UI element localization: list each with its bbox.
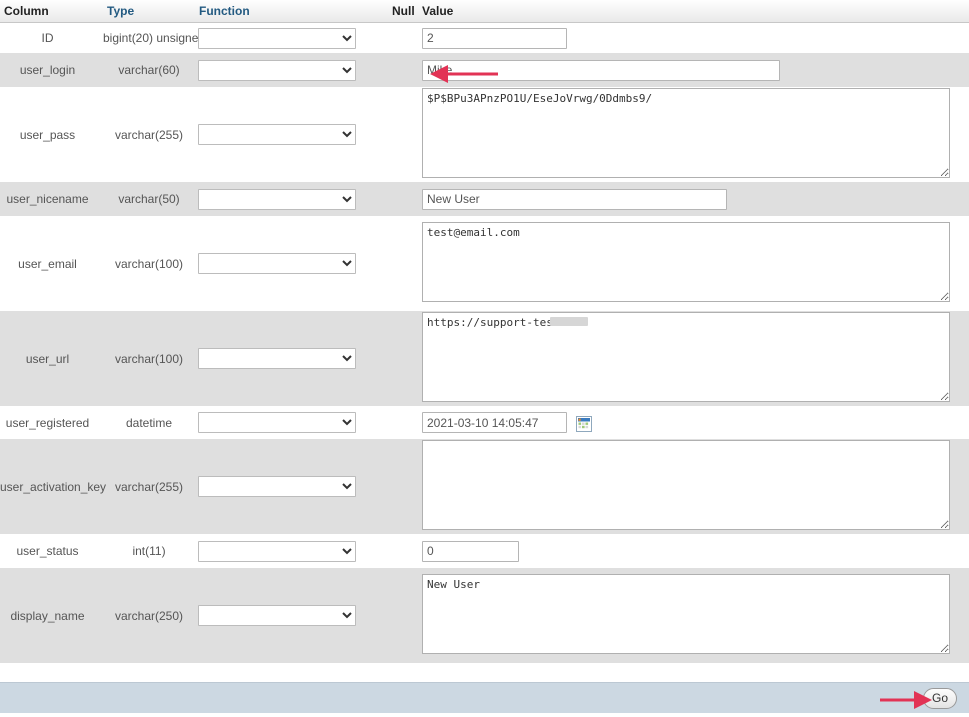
cell-value: New User [418, 568, 969, 663]
table-body: ID bigint(20) unsigned AES_ENCRYPTENCRYP… [0, 22, 969, 663]
value-textarea-user-url[interactable]: https://support-test2. [422, 312, 950, 402]
table-header-row: Column Type Function Null Value [0, 0, 969, 23]
cell-column-type: int(11) [103, 534, 195, 568]
cell-column-type: varchar(50) [103, 182, 195, 216]
table-row: user_status int(11) AES_ENCRYPTENCRYPTMD… [0, 534, 969, 568]
header-type[interactable]: Type [103, 0, 195, 23]
cell-column-name: user_email [0, 216, 103, 311]
table-row: user_nicename varchar(50) AES_ENCRYPTENC… [0, 182, 969, 216]
redaction-overlay [550, 317, 588, 326]
cell-function: AES_ENCRYPTENCRYPTMD5PASSWORDSHA1UUIDNOW [195, 87, 388, 182]
cell-function: AES_ENCRYPTENCRYPTMD5PASSWORDSHA1UUIDNOW [195, 22, 388, 53]
table-row: user_pass varchar(255) AES_ENCRYPTENCRYP… [0, 87, 969, 182]
value-textarea-user-pass[interactable]: $P$BPu3APnzPO1U/EseJoVrwg/0Ddmbs9/ [422, 88, 950, 178]
table-header: Column Type Function Null Value [0, 0, 969, 23]
cell-column-type: varchar(100) [103, 311, 195, 406]
row-edit-table: Column Type Function Null Value ID bigin… [0, 0, 969, 663]
cell-value [418, 534, 969, 568]
cell-column-name: ID [0, 22, 103, 53]
header-null: Null [388, 0, 418, 23]
cell-value [418, 406, 969, 439]
cell-value [418, 22, 969, 53]
cell-column-type: varchar(255) [103, 439, 195, 534]
cell-null [388, 534, 418, 568]
cell-column-type: varchar(255) [103, 87, 195, 182]
function-select-id[interactable]: AES_ENCRYPTENCRYPTMD5PASSWORDSHA1UUIDNOW [198, 27, 356, 49]
table-row: display_name varchar(250) AES_ENCRYPTENC… [0, 568, 969, 663]
cell-null [388, 568, 418, 663]
cell-column-name: user_pass [0, 87, 103, 182]
value-textarea-display-name[interactable]: New User [422, 574, 950, 654]
table-row: user_registered datetime AES_ENCRYPTENCR… [0, 406, 969, 439]
table-row: user_url varchar(100) AES_ENCRYPTENCRYPT… [0, 311, 969, 406]
function-select-user-registered[interactable]: AES_ENCRYPTENCRYPTMD5PASSWORDSHA1UUIDNOW [198, 412, 356, 433]
cell-column-type: bigint(20) unsigned [103, 22, 205, 53]
table-row: ID bigint(20) unsigned AES_ENCRYPTENCRYP… [0, 22, 969, 53]
cell-value: https://support-test2. [418, 311, 969, 406]
cell-column-type: varchar(60) [103, 53, 195, 87]
cell-value [418, 182, 969, 216]
cell-null [388, 406, 418, 439]
cell-null [388, 87, 418, 182]
cell-function: AES_ENCRYPTENCRYPTMD5PASSWORDSHA1UUIDNOW [195, 568, 388, 663]
form-footer: Go [0, 682, 969, 713]
cell-null [388, 53, 418, 87]
function-select-user-activation-key[interactable]: AES_ENCRYPTENCRYPTMD5PASSWORDSHA1UUIDNOW [198, 476, 356, 497]
cell-null [388, 439, 418, 534]
cell-null [388, 22, 418, 53]
value-input-user-registered[interactable] [422, 412, 567, 433]
table-row: user_activation_key varchar(255) AES_ENC… [0, 439, 969, 534]
header-column: Column [0, 0, 103, 23]
function-select-user-login[interactable]: AES_ENCRYPTENCRYPTMD5PASSWORDSHA1UUIDNOW [198, 59, 356, 81]
value-textarea-user-activation-key[interactable] [422, 440, 950, 530]
cell-null [388, 311, 418, 406]
cell-function: AES_ENCRYPTENCRYPTMD5PASSWORDSHA1UUIDNOW [195, 182, 388, 216]
value-input-user-login[interactable] [422, 59, 780, 81]
function-select-user-pass[interactable]: AES_ENCRYPTENCRYPTMD5PASSWORDSHA1UUIDNOW [198, 124, 356, 145]
header-value: Value [418, 0, 969, 23]
table-row: user_login varchar(60) AES_ENCRYPTENCRYP… [0, 53, 969, 87]
header-function[interactable]: Function [195, 0, 388, 23]
function-select-user-url[interactable]: AES_ENCRYPTENCRYPTMD5PASSWORDSHA1UUIDNOW [198, 348, 356, 369]
cell-function: AES_ENCRYPTENCRYPTMD5PASSWORDSHA1UUIDNOW [195, 53, 388, 87]
cell-function: AES_ENCRYPTENCRYPTMD5PASSWORDSHA1UUIDNOW [195, 534, 388, 568]
cell-column-name: user_registered [0, 406, 103, 439]
cell-column-name: user_status [0, 534, 103, 568]
cell-function: AES_ENCRYPTENCRYPTMD5PASSWORDSHA1UUIDNOW [195, 311, 388, 406]
url-value-wrapper: https://support-test2. [422, 312, 950, 405]
cell-function: AES_ENCRYPTENCRYPTMD5PASSWORDSHA1UUIDNOW [195, 439, 388, 534]
cell-column-name: display_name [0, 568, 103, 663]
cell-column-name: user_nicename [0, 182, 103, 216]
go-button[interactable]: Go [923, 688, 957, 709]
calendar-icon[interactable] [576, 416, 592, 433]
table-row: user_email varchar(100) AES_ENCRYPTENCRY… [0, 216, 969, 311]
function-select-user-nicename[interactable]: AES_ENCRYPTENCRYPTMD5PASSWORDSHA1UUIDNOW [198, 188, 356, 210]
value-input-user-status[interactable] [422, 540, 519, 562]
function-select-user-email[interactable]: AES_ENCRYPTENCRYPTMD5PASSWORDSHA1UUIDNOW [198, 253, 356, 274]
cell-function: AES_ENCRYPTENCRYPTMD5PASSWORDSHA1UUIDNOW [195, 216, 388, 311]
function-select-display-name[interactable]: AES_ENCRYPTENCRYPTMD5PASSWORDSHA1UUIDNOW [198, 605, 356, 626]
cell-column-type: varchar(100) [103, 216, 195, 311]
cell-function: AES_ENCRYPTENCRYPTMD5PASSWORDSHA1UUIDNOW [195, 406, 388, 439]
cell-value: test@email.com [418, 216, 969, 311]
cell-column-name: user_activation_key [0, 439, 106, 534]
cell-null [388, 182, 418, 216]
cell-column-type: varchar(250) [103, 568, 195, 663]
value-textarea-user-email[interactable]: test@email.com [422, 222, 950, 302]
cell-column-type: datetime [103, 406, 195, 439]
cell-value: $P$BPu3APnzPO1U/EseJoVrwg/0Ddmbs9/ [418, 87, 969, 182]
cell-value [418, 53, 969, 87]
cell-null [388, 216, 418, 311]
cell-column-name: user_login [0, 53, 103, 87]
cell-column-name: user_url [0, 311, 103, 406]
cell-value [418, 439, 969, 534]
value-input-user-nicename[interactable] [422, 188, 727, 210]
value-input-id[interactable] [422, 27, 567, 49]
function-select-user-status[interactable]: AES_ENCRYPTENCRYPTMD5PASSWORDSHA1UUIDNOW [198, 540, 356, 562]
